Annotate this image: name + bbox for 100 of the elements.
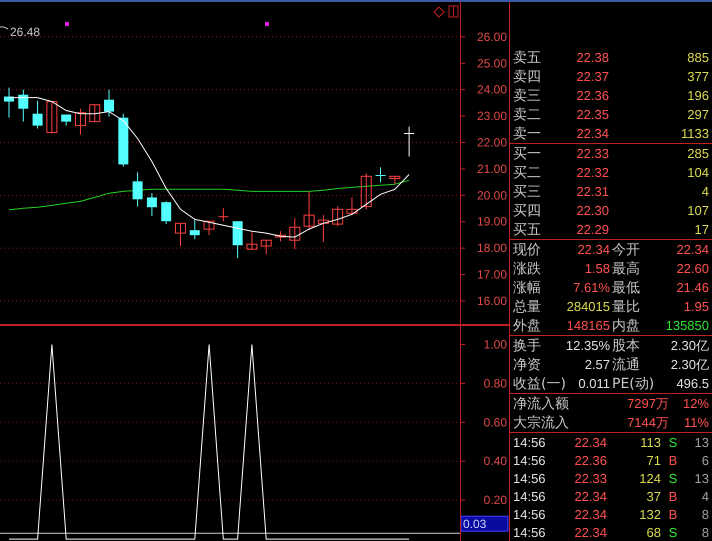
ref-line-label: 0.03 (463, 517, 487, 532)
ask-label: 卖一 (513, 124, 542, 142)
trade-time: 14:56 (513, 524, 547, 540)
trade-volume: 113 (639, 434, 661, 450)
bid-label: 买五 (513, 220, 542, 238)
ask-volume: 297 (686, 107, 709, 122)
candlestick (260, 240, 272, 255)
candlestick (161, 200, 172, 225)
axis-label: 0.60 (484, 415, 507, 430)
axis-label: 19.00 (476, 214, 507, 229)
bid-label: 买一 (513, 144, 542, 162)
candlestick (104, 89, 114, 118)
trade-time: 14:56 (513, 506, 547, 522)
ask-price: 22.35 (575, 107, 609, 122)
stat-label: 净资 (513, 356, 541, 374)
trade-time: 14:56 (513, 488, 547, 504)
trade-time: 14:56 (513, 470, 547, 486)
quote-label: 今开 (612, 240, 640, 258)
ask-label: 卖三 (513, 86, 542, 104)
trade-price: 22.34 (573, 524, 607, 540)
trade-price: 22.34 (573, 434, 607, 450)
ask-price: 22.38 (575, 50, 609, 65)
quote-value: 148165 (566, 318, 610, 333)
axis-label: 23.00 (476, 109, 507, 124)
trade-price: 22.33 (573, 470, 607, 486)
candlestick (4, 87, 14, 118)
window-icon[interactable] (448, 6, 458, 18)
candlestick (61, 114, 72, 126)
trade-side: B (668, 488, 678, 504)
stat-label: 股本 (612, 336, 640, 354)
bid-volume: 17 (694, 222, 709, 237)
trade-volume: 37 (646, 488, 661, 504)
axis-label: 0.40 (484, 454, 507, 468)
candlestick (46, 101, 58, 134)
stat-value: 2.57 (584, 357, 610, 372)
axis-label: 0.80 (484, 376, 507, 390)
bid-volume: 104 (686, 165, 709, 180)
flow-label: 大宗流入 (513, 414, 570, 432)
bid-label: 买四 (513, 202, 542, 220)
ask-volume: 377 (686, 69, 709, 84)
quote-label: 涨跌 (513, 260, 541, 278)
stat-value: 2.30亿 (670, 356, 709, 374)
axis-label: 20.00 (476, 188, 507, 202)
marker-icon (265, 22, 269, 26)
candlestick (275, 230, 286, 242)
trade-count: 13 (694, 434, 709, 450)
trade-count: 8 (700, 506, 709, 522)
candlestick (332, 206, 344, 227)
candlestick (89, 104, 100, 122)
trade-volume: 68 (646, 524, 661, 540)
axis-label: 16.00 (476, 294, 507, 308)
quote-label: 总量 (513, 298, 541, 316)
axis-label: 0.20 (484, 493, 507, 508)
flow-percent: 11% (682, 415, 709, 430)
diamond-icon[interactable] (433, 6, 445, 18)
trade-count: 4 (700, 488, 709, 504)
candlestick (246, 232, 258, 250)
axis-label: 21.00 (476, 162, 507, 176)
axis-label: 18.00 (476, 241, 507, 256)
quote-value: 22.60 (676, 261, 709, 276)
bid-price: 22.31 (575, 184, 609, 199)
ask-price: 22.36 (575, 88, 609, 103)
trade-time: 14:56 (513, 434, 547, 450)
quote-label: 最高 (612, 260, 640, 278)
trade-count: 6 (700, 452, 709, 468)
marker-icon (65, 22, 69, 26)
candlestick (174, 222, 186, 247)
axis-label: 22.00 (476, 136, 507, 150)
trade-side: S (668, 524, 678, 540)
ask-volume: 885 (686, 50, 709, 65)
candlestick (404, 126, 415, 157)
flow-amount: 7144万 (627, 414, 669, 432)
candlestick (204, 220, 215, 236)
flow-percent: 12% (682, 396, 709, 411)
trade-side: B (668, 452, 678, 468)
quote-label: 最低 (612, 278, 640, 296)
quote-label: 量比 (612, 298, 640, 316)
quote-value: 1.58 (584, 261, 610, 276)
ask-price: 22.34 (575, 126, 609, 141)
stat-label: 收益(一) (513, 374, 566, 392)
trade-price: 22.34 (573, 506, 607, 522)
trade-volume: 132 (638, 506, 661, 522)
axis-label: 1.00 (484, 337, 507, 352)
bid-volume: 107 (686, 203, 709, 218)
quote-value: 1.95 (684, 299, 709, 314)
candlestick (318, 214, 329, 243)
candlestick (18, 89, 28, 122)
trade-count: 8 (700, 524, 709, 540)
candlestick (118, 113, 128, 168)
axis-label: 26.00 (476, 30, 507, 44)
ask-label: 卖五 (513, 48, 542, 66)
stat-value: 0.011 (578, 376, 610, 391)
ask-label: 卖四 (513, 68, 542, 86)
ask-label: 卖二 (513, 106, 542, 124)
ask-volume: 1133 (680, 126, 709, 141)
candlestick (146, 192, 157, 217)
stat-label: 流通 (612, 356, 640, 374)
high-marker-icon (0, 26, 8, 30)
candlestick (190, 220, 200, 240)
quote-value: 21.46 (676, 280, 709, 295)
